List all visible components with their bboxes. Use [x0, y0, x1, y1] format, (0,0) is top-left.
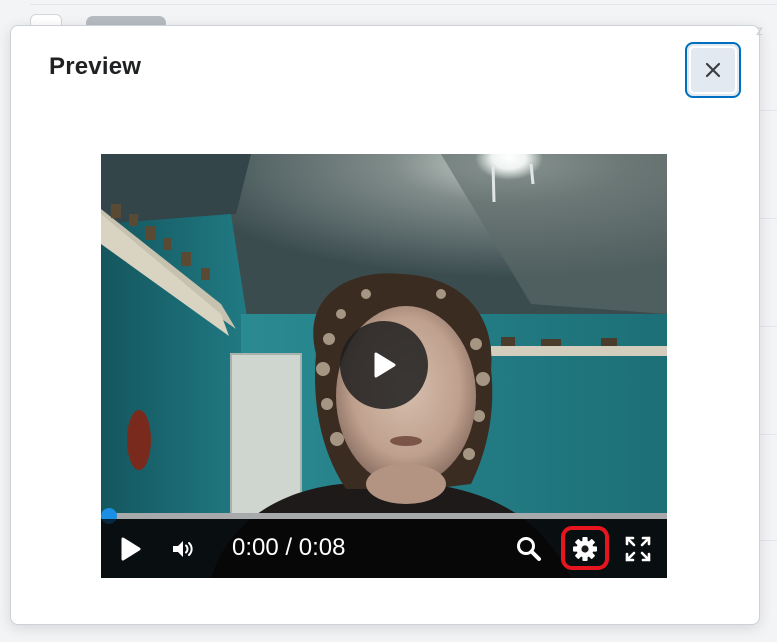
- search-button[interactable]: [515, 535, 543, 563]
- preview-dialog: Preview 0:00 / 0:08: [10, 25, 760, 625]
- dialog-title: Preview: [49, 53, 142, 80]
- duration: 0:08: [298, 534, 346, 561]
- time-separator: /: [285, 534, 293, 561]
- video-player[interactable]: 0:00 / 0:08: [101, 154, 667, 578]
- background-glyph: z: [756, 22, 763, 38]
- volume-button[interactable]: [171, 537, 195, 561]
- big-play-button[interactable]: [340, 321, 428, 409]
- gear-icon: [573, 537, 597, 561]
- play-icon: [121, 537, 141, 561]
- time-display: 0:00 / 0:08: [232, 534, 345, 562]
- fullscreen-icon: [625, 536, 651, 562]
- fullscreen-button[interactable]: [625, 536, 651, 562]
- background-divider: [30, 4, 777, 5]
- background-divider: [758, 326, 777, 327]
- background-divider: [758, 434, 777, 435]
- control-bar: 0:00 / 0:08: [101, 519, 667, 578]
- search-icon: [517, 537, 541, 561]
- current-time: 0:00: [232, 534, 279, 561]
- play-button[interactable]: [120, 537, 142, 561]
- volume-icon: [173, 541, 193, 557]
- background-divider: [758, 218, 777, 219]
- big-play-icon: [374, 352, 396, 378]
- background-divider: [758, 540, 777, 541]
- close-button[interactable]: [685, 42, 741, 98]
- settings-button[interactable]: [572, 536, 598, 562]
- background-divider: [758, 110, 777, 111]
- close-icon: [705, 62, 721, 78]
